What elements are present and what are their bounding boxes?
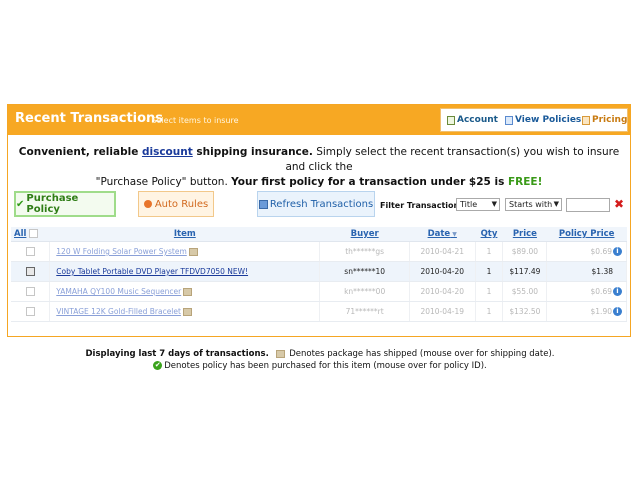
transactions-table: All Item Buyer Date ▼ Qty Price Policy P… [11,227,627,322]
purchase-policy-button[interactable]: ✔ Purchase Policy [14,191,116,217]
chevron-down-icon: ▼ [491,200,497,208]
pricing-link[interactable]: Pricing [582,115,627,125]
price-cell: $117.49 [502,261,548,282]
checkmark-icon: ✔ [16,198,25,210]
buyer-cell: th******gs [319,241,410,262]
row-checkbox[interactable] [25,307,35,317]
col-policy-price[interactable]: Policy Price [546,227,627,242]
select-all-checkbox[interactable] [29,229,39,238]
price-cell: $132.50 [502,301,548,322]
col-date[interactable]: Date ▼ [409,227,476,242]
buyer-cell: kn******00 [319,281,410,302]
filter-text-input[interactable] [566,198,610,212]
item-link[interactable]: YAMAHA QY100 Music Sequencer [56,287,181,296]
table-header-row: All Item Buyer Date ▼ Qty Price Policy P… [11,227,627,242]
pricing-icon [582,115,590,125]
footer-legend-line1: Displaying last 7 days of transactions. … [85,349,555,359]
row-checkbox[interactable] [25,287,35,297]
item-link[interactable]: 120 W Folding Solar Power System [56,247,187,256]
price-cell: $55.00 [502,281,548,302]
row-checkbox[interactable] [25,267,35,277]
table-row[interactable]: 120 W Folding Solar Power System th*****… [11,241,627,262]
document-icon [447,115,455,125]
panel-title: Recent Transactions [15,111,164,126]
package-shipped-icon[interactable] [183,288,193,296]
date-cell: 2010-04-19 [409,301,476,322]
chevron-down-icon: ▼ [553,200,559,208]
price-cell: $89.00 [502,241,548,262]
qty-cell: 1 [475,241,504,262]
clear-filter-icon[interactable]: ✖ [614,197,624,211]
qty-cell: 1 [475,301,504,322]
info-icon[interactable]: i [613,307,622,317]
policy-price-cell: $0.69 [590,246,612,256]
refresh-transactions-button[interactable]: Refresh Transactions [257,191,375,217]
package-shipped-icon[interactable] [188,248,198,256]
qty-cell: 1 [475,261,504,282]
date-cell: 2010-04-21 [409,241,476,262]
panel-subtitle: - Select items to insure [146,116,239,125]
table-row[interactable]: Coby Tablet Portable DVD Player TFDVD705… [11,261,627,282]
select-all-header[interactable]: All [11,227,50,242]
package-shipped-icon[interactable] [182,308,192,316]
policy-price-cell: $1.38 [591,267,613,276]
sort-desc-icon: ▼ [450,231,457,238]
row-checkbox[interactable] [25,247,35,257]
discount-link[interactable]: discount [142,146,193,158]
col-item[interactable]: Item [49,227,320,242]
policies-icon [505,115,513,125]
auto-rules-button[interactable]: Auto Rules [138,191,214,217]
filter-mode-select[interactable]: Starts with ▼ [505,198,562,211]
filter-label: Filter Transactions: [380,201,468,210]
footer-legend-line2: ✔ Denotes policy has been purchased for t… [153,361,487,371]
item-link[interactable]: Coby Tablet Portable DVD Player TFDVD705… [56,267,248,276]
package-shipped-icon [275,349,285,358]
info-icon[interactable]: i [613,287,622,297]
item-link[interactable]: VINTAGE 12K Gold-Filled Bracelet [56,307,181,316]
buyer-cell: 71******rt [319,301,410,322]
refresh-icon [258,199,268,209]
panel-header: Recent Transactions - Select items to in… [8,105,630,135]
transactions-panel: Recent Transactions - Select items to in… [7,104,631,337]
filter-field-select[interactable]: Title ▼ [456,198,500,211]
header-links: Account View Policies Pricing [440,108,628,132]
col-qty[interactable]: Qty [475,227,503,242]
date-cell: 2010-04-20 [409,281,476,302]
col-buyer[interactable]: Buyer [319,227,410,242]
table-row[interactable]: YAMAHA QY100 Music Sequencer kn******00 … [11,281,627,302]
account-link[interactable]: Account [447,115,498,125]
view-policies-link[interactable]: View Policies [505,115,581,125]
intro-text: Convenient, reliable discount shipping i… [18,146,620,188]
date-cell: 2010-04-20 [409,261,476,282]
qty-cell: 1 [475,281,504,302]
rules-icon [143,200,152,208]
buyer-cell: sn******10 [319,261,410,282]
policy-price-cell: $1.90 [590,306,612,316]
col-price[interactable]: Price [502,227,547,242]
policy-purchased-icon: ✔ [153,361,163,370]
info-icon[interactable]: i [613,247,622,257]
table-row[interactable]: VINTAGE 12K Gold-Filled Bracelet 71*****… [11,301,627,322]
policy-price-cell: $0.69 [590,286,612,296]
